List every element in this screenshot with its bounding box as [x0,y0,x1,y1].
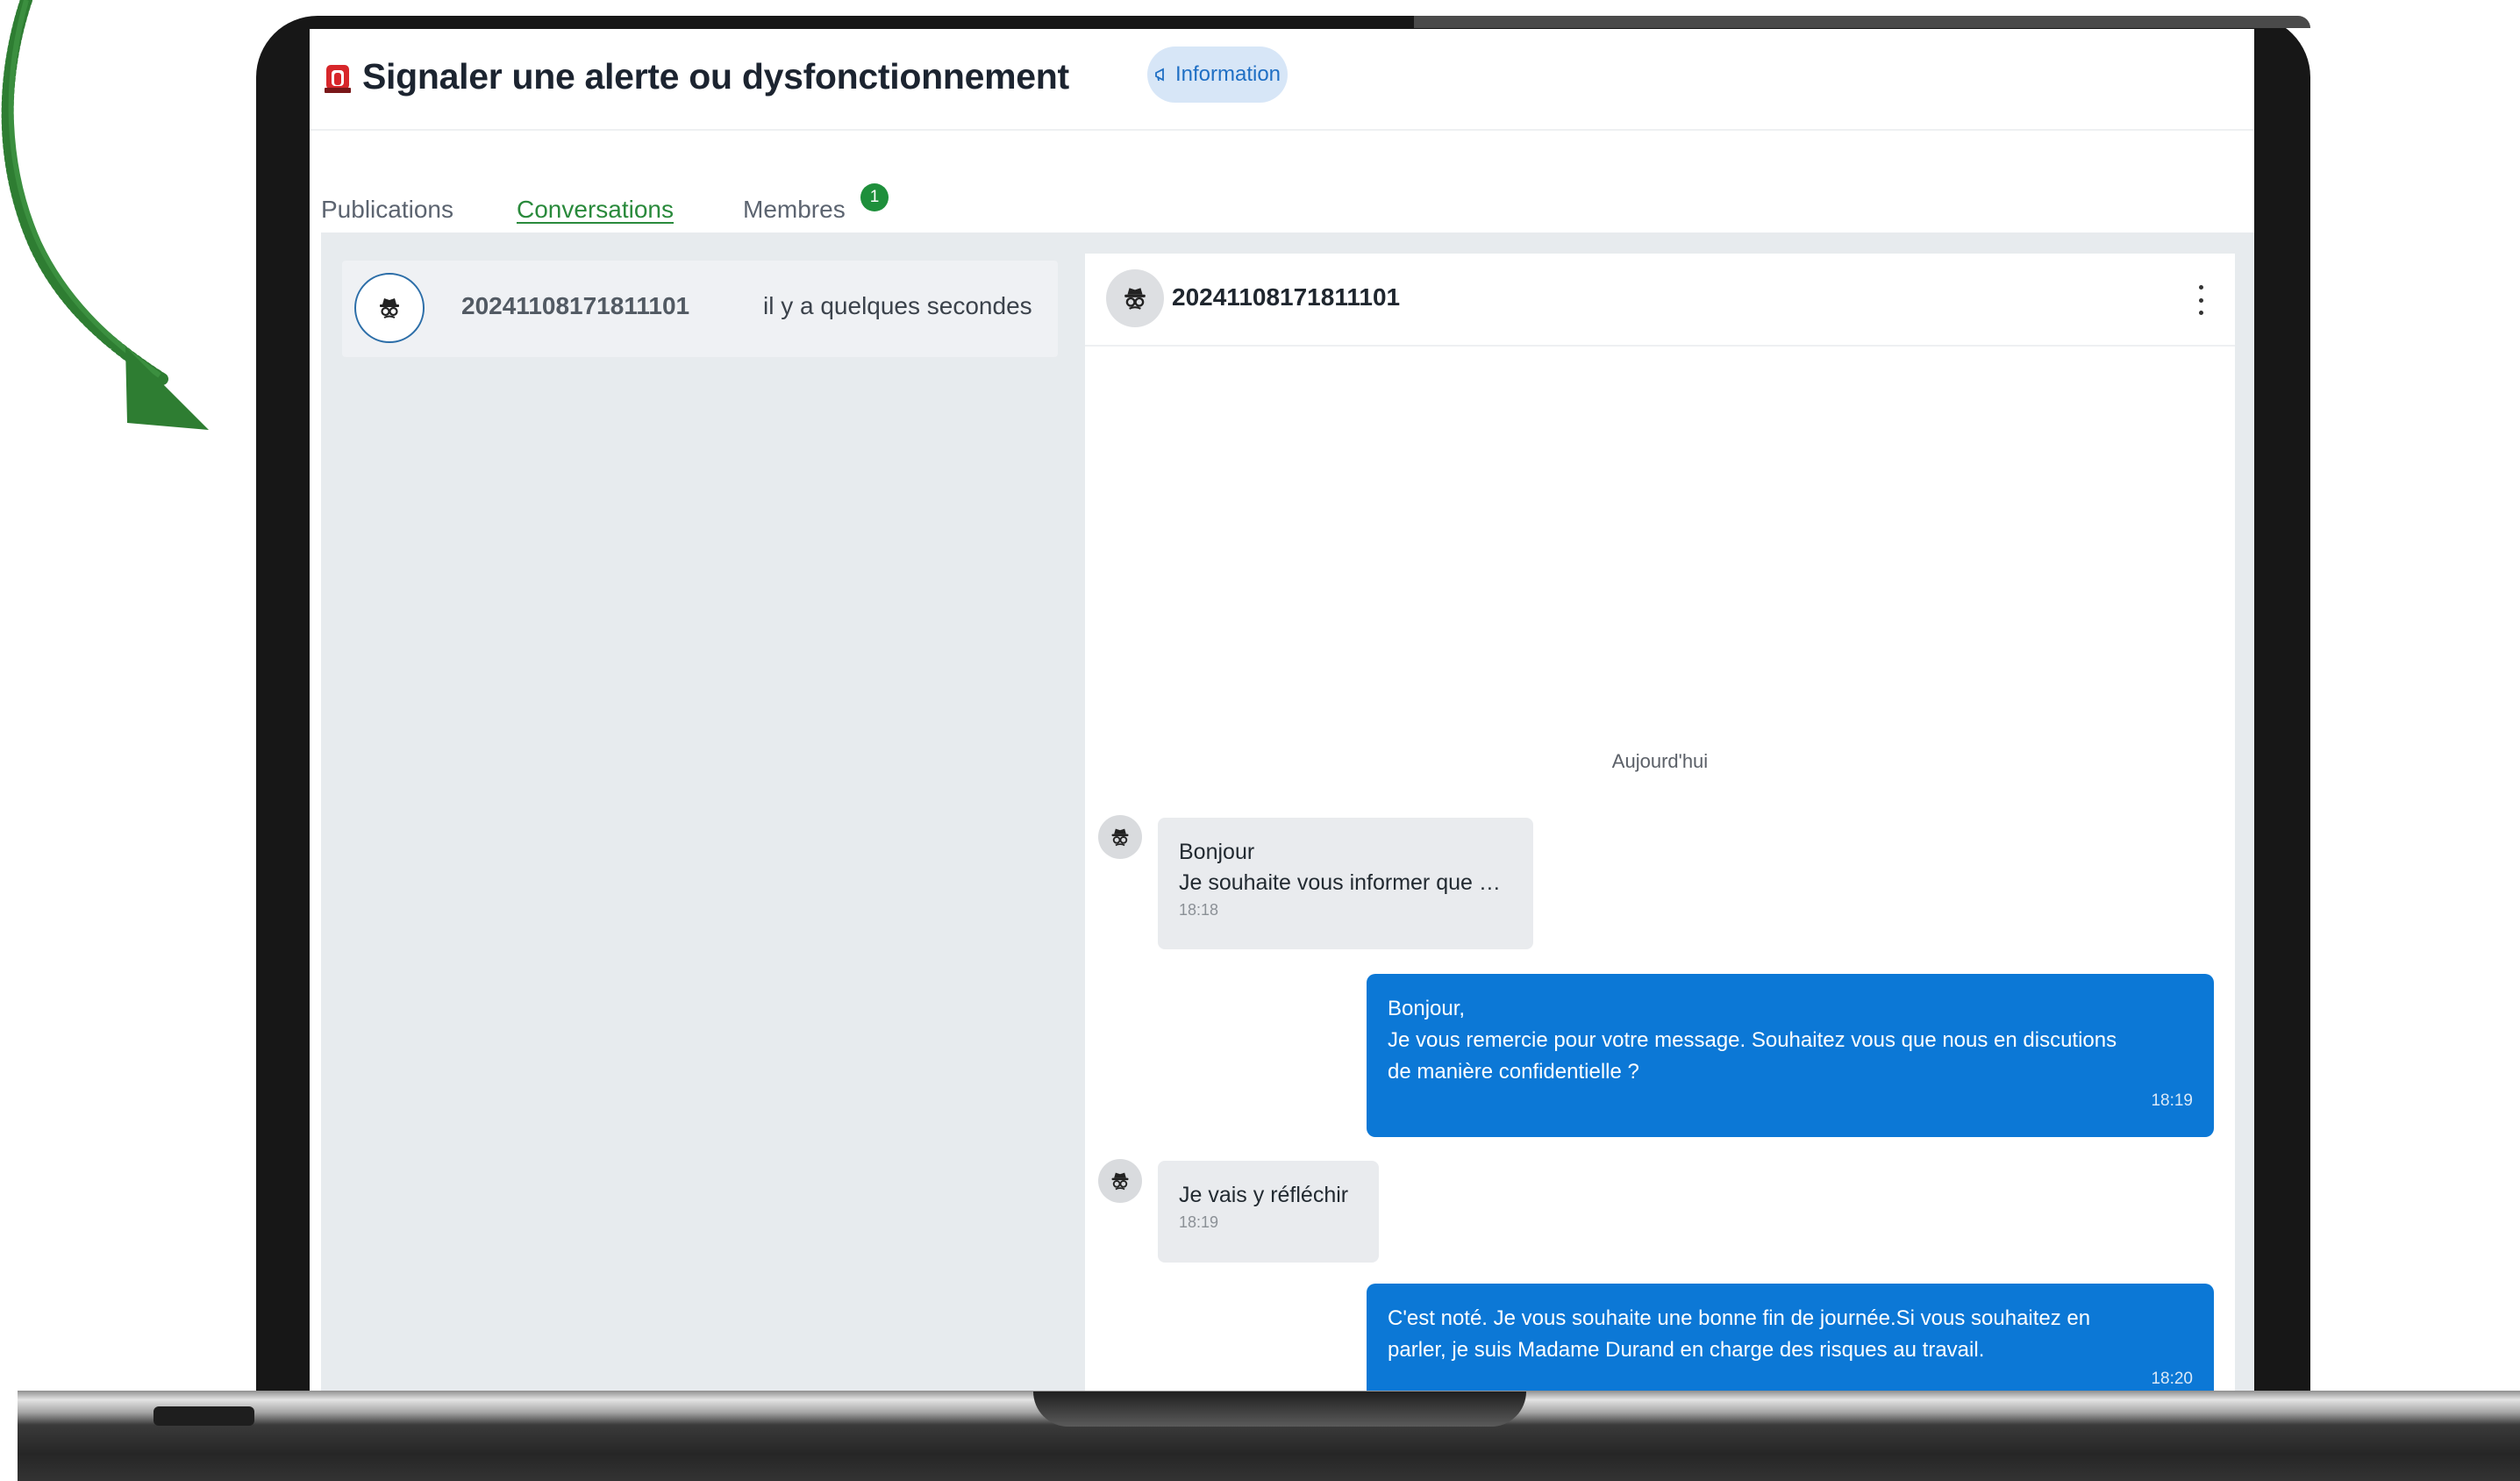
chat-window: 20241108171811101 Aujourd'hui Bonjour Je… [1085,254,2235,1398]
date-separator: Aujourd'hui [1611,750,1709,772]
incognito-icon [380,298,399,318]
incognito-icon [1111,828,1129,847]
app-screen: Signaler une alerte ou dysfonctionnement… [310,29,2254,1398]
tab-membres[interactable]: Membres [743,194,846,225]
conversation-time: il y a quelques secondes [763,292,1032,319]
chat-title: 20241108171811101 [1172,283,1401,311]
more-options-icon[interactable] [2195,285,2207,315]
information-button[interactable]: Information [1147,47,1288,103]
laptop-port [153,1406,254,1426]
siren-icon [325,65,351,93]
laptop-lid-highlight [1414,16,2310,28]
message-line: Bonjour [1179,840,1255,864]
conversation-avatar [354,273,425,343]
page-title: Signaler une alerte ou dysfonctionnement [362,56,1069,97]
message-line: C'est noté. Je vous souhaite une bonne f… [1388,1306,2091,1330]
message-incoming: Bonjour Je souhaite vous informer que … … [1158,818,1533,949]
incognito-icon [1111,1172,1129,1191]
conversations-panel: 20241108171811101 il y a quelques second… [321,233,2254,1398]
sender-avatar [1098,1159,1142,1203]
chat-avatar [1106,269,1164,327]
sender-avatar [1098,815,1142,859]
conversation-list-item[interactable]: 20241108171811101 il y a quelques second… [342,261,1058,357]
message-time: 18:19 [2151,1091,2193,1110]
message-outgoing: Bonjour, Je vous remercie pour votre mes… [1367,974,2214,1137]
message-line: Je vous remercie pour votre message. Sou… [1388,1028,2117,1052]
message-line: Je souhaite vous informer que … [1179,870,1501,895]
message-time: 18:20 [2151,1370,2193,1388]
message-time: 18:19 [1179,1213,1219,1231]
chat-header: 20241108171811101 [1085,254,2235,347]
message-outgoing: C'est noté. Je vous souhaite une bonne f… [1367,1284,2214,1398]
information-label: Information [1174,62,1281,86]
page-header: Signaler une alerte ou dysfonctionnement… [310,29,2254,131]
tab-conversations[interactable]: Conversations [517,194,674,225]
megaphone-icon [1155,68,1164,82]
incognito-icon [1124,288,1146,310]
message-line: Je vais y réfléchir [1179,1183,1349,1207]
message-incoming: Je vais y réfléchir 18:19 [1158,1161,1379,1263]
tab-publications[interactable]: Publications [321,194,453,225]
laptop-hinge-notch [1033,1392,1526,1427]
membres-count-badge: 1 [860,183,889,211]
hand-drawn-arrow-icon [1,0,209,430]
message-time: 18:18 [1179,901,1219,919]
message-line: Bonjour, [1388,997,1466,1020]
message-line: parler, je suis Madame Durand en charge … [1388,1338,1985,1362]
conversation-name: 20241108171811101 [461,292,690,319]
message-line: de manière confidentielle ? [1388,1060,1639,1084]
